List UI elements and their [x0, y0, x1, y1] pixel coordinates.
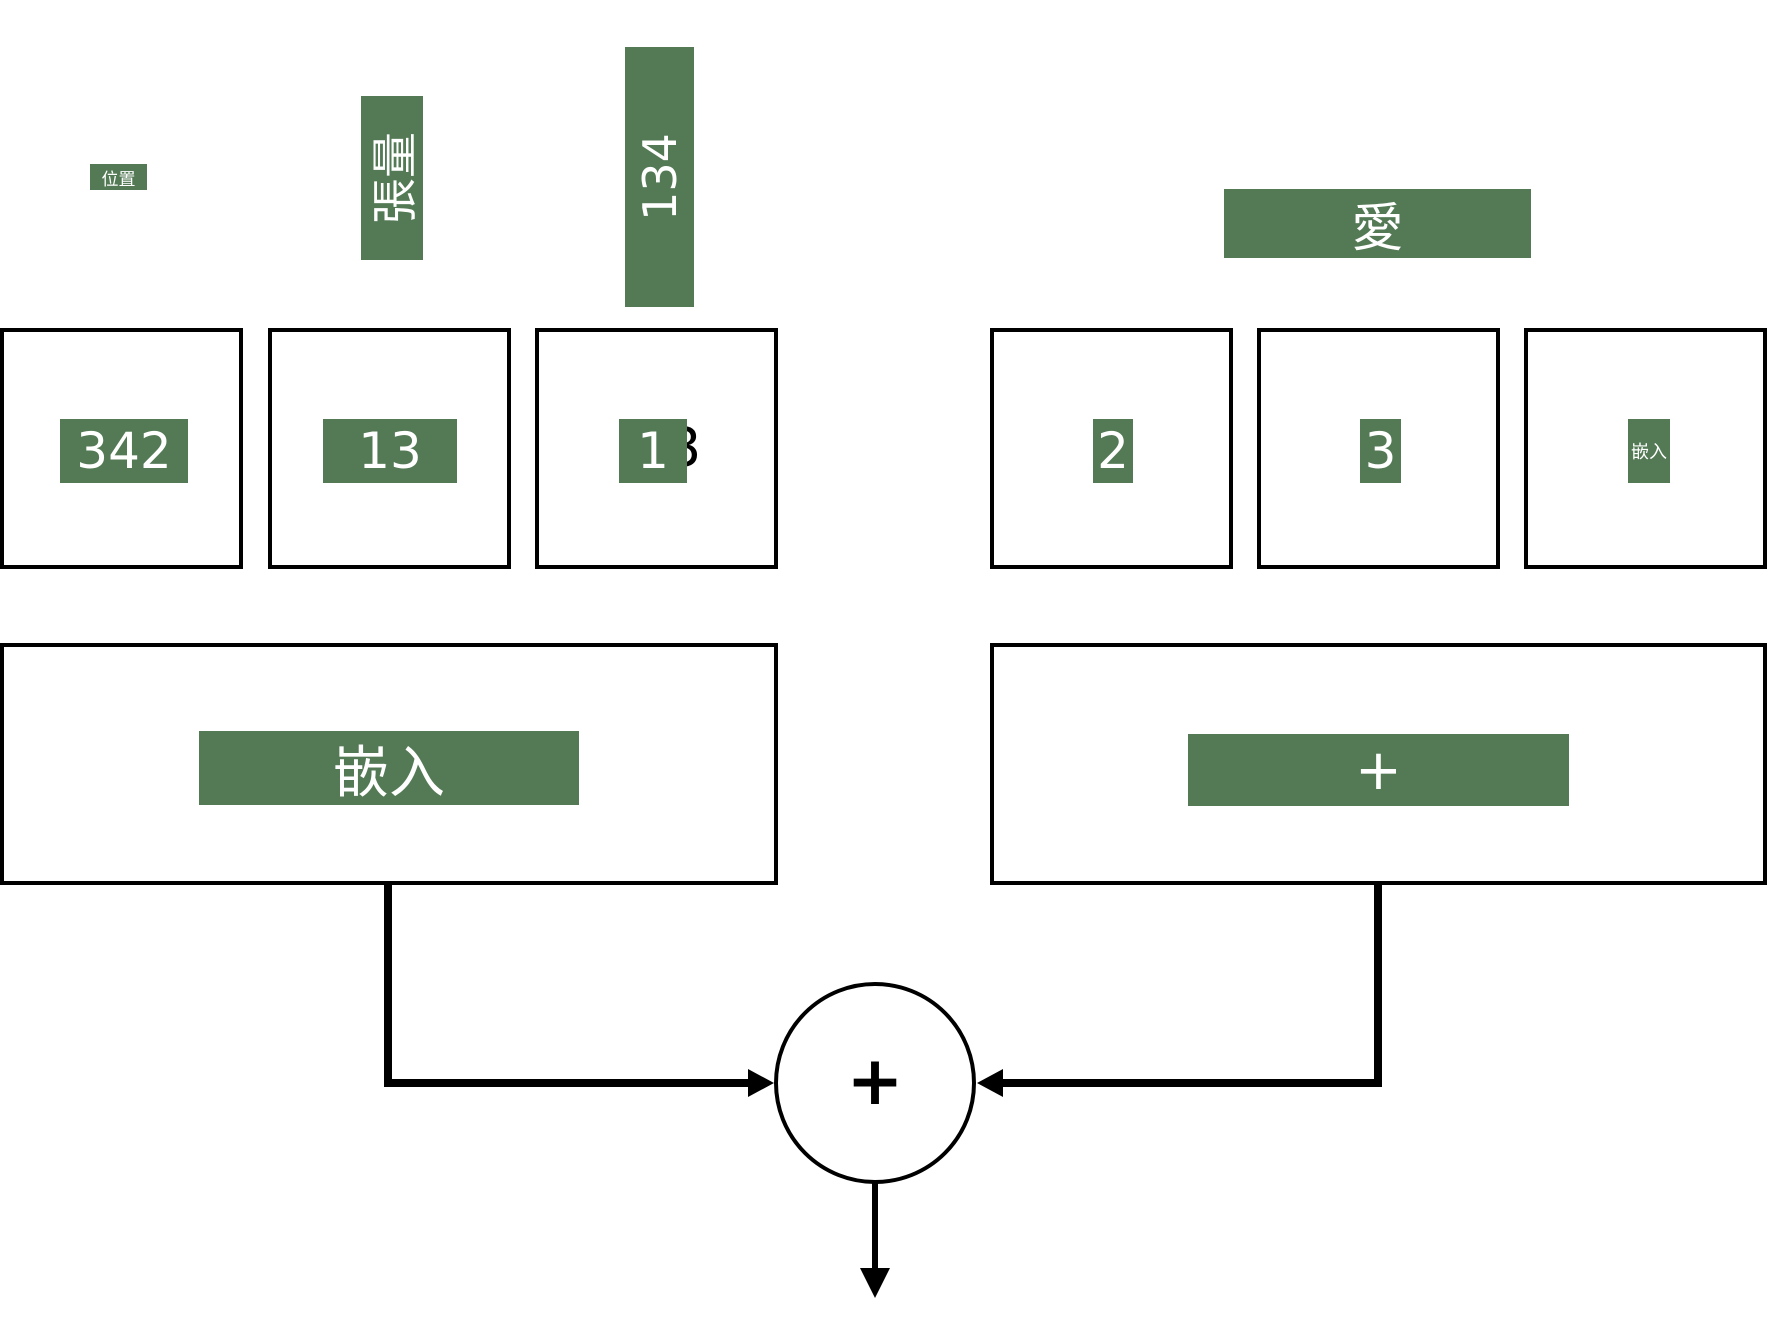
right-token-box-3: 嵌入 — [1524, 328, 1767, 569]
right-arrowhead — [977, 1069, 1003, 1097]
position-label: 位置 — [90, 164, 147, 190]
left-token-box-3: 3 1 — [535, 328, 778, 569]
right-token-box-1: 2 — [990, 328, 1233, 569]
right-wire — [992, 883, 1382, 1087]
left-token-box-2: 13 — [268, 328, 511, 569]
right-token-label-1: 2 — [1093, 419, 1133, 483]
left-embedding-label: 嵌入 — [199, 731, 579, 805]
left-embedding-block: 嵌入 — [0, 643, 778, 885]
left-token-label-3: 1 — [619, 419, 687, 483]
left-token-label-1: 342 — [60, 419, 188, 483]
left-token-box-1: 342 — [0, 328, 243, 569]
left-arrowhead — [748, 1069, 774, 1097]
tensor-label: 張量 — [361, 96, 423, 260]
sum-symbol: + — [847, 1042, 904, 1121]
right-token-label-2: 3 — [1360, 419, 1401, 483]
right-sum-label: + — [1188, 734, 1569, 806]
right-token-box-2: 3 — [1257, 328, 1500, 569]
right-token-label-3: 嵌入 — [1628, 419, 1670, 483]
left-wire — [384, 883, 762, 1087]
love-label: 愛 — [1224, 189, 1531, 258]
left-token-label-2: 13 — [323, 419, 457, 483]
right-sum-block: + — [990, 643, 1767, 885]
number-label: 134 — [625, 47, 694, 307]
output-arrowhead — [860, 1268, 890, 1298]
